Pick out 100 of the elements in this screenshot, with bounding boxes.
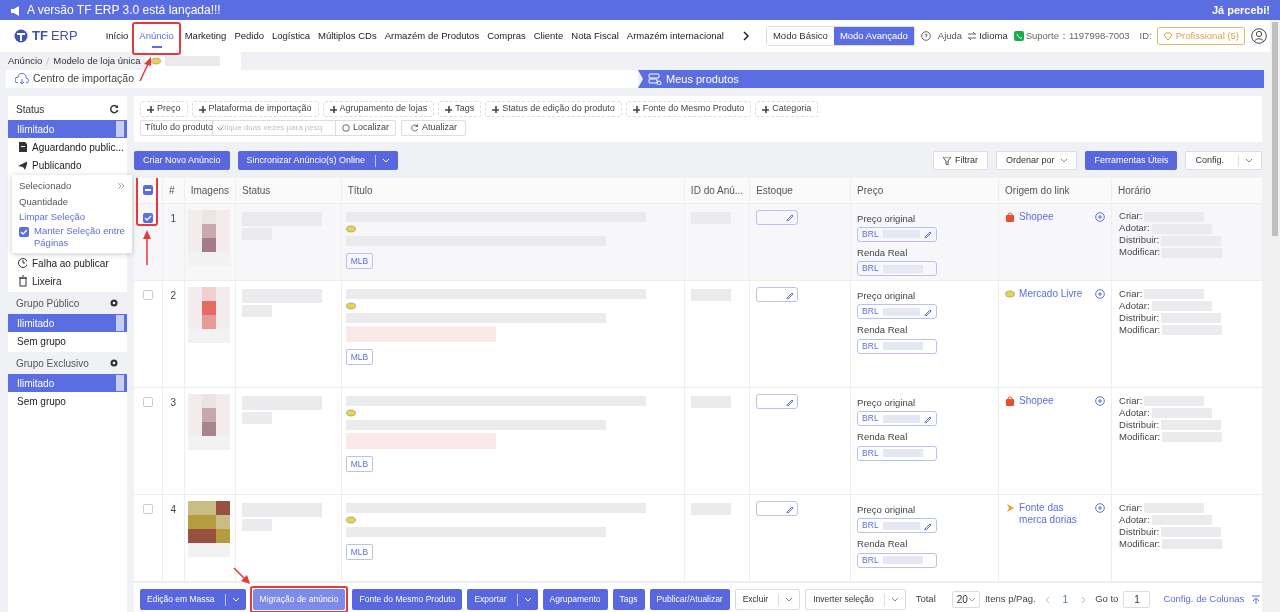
checkbox[interactable] — [19, 227, 29, 238]
checkbox[interactable] — [143, 212, 153, 223]
checkbox[interactable] — [143, 290, 153, 300]
edit-icon[interactable] — [786, 213, 795, 221]
back-to-top-icon[interactable] — [1251, 594, 1261, 605]
refresh-icon[interactable] — [109, 104, 119, 114]
chevron-right-icon[interactable] — [741, 31, 750, 41]
price-field[interactable]: BRL — [857, 226, 938, 242]
stock-field[interactable] — [756, 209, 799, 225]
nav-tab[interactable]: Múltiplos CDs — [314, 20, 381, 52]
nav-tab[interactable]: Armazém de Produtos — [380, 20, 484, 52]
sidebar-item[interactable]: Lixeira — [8, 272, 127, 290]
action-button[interactable]: Tags — [612, 589, 645, 610]
action-button[interactable]: Publicar/Atualizar — [649, 589, 730, 610]
edit-icon[interactable] — [786, 397, 795, 406]
action-button[interactable]: Edição em Massa — [140, 589, 246, 610]
filter-tag-button[interactable]: Categoria — [755, 101, 819, 117]
nav-tab[interactable]: Logística — [268, 20, 315, 52]
nav-tab[interactable]: Cliente — [529, 20, 568, 52]
edit-icon[interactable] — [786, 290, 795, 299]
filter-tag-button[interactable]: Preço — [140, 101, 188, 117]
filter-tag-button[interactable]: Tags — [438, 101, 482, 117]
swap-icon[interactable] — [967, 31, 978, 41]
import-center-bar[interactable]: Centro de importação — [6, 70, 638, 88]
mode-toggle[interactable]: Modo Avançado — [833, 27, 914, 45]
clear-selection-link[interactable]: Limpar Seleção — [19, 210, 125, 224]
nav-tab[interactable]: Armazém internacional — [622, 20, 728, 52]
filter-tag-button[interactable]: Fonte do Mesmo Produto — [625, 101, 752, 117]
action-button[interactable]: Agrupamento — [542, 589, 608, 610]
stock-field[interactable] — [756, 287, 799, 302]
search-field-dropdown[interactable]: Título do produto — [141, 121, 213, 135]
breadcrumb-link[interactable]: Modelo de loja única — [53, 53, 141, 69]
page-size-dropdown[interactable]: 20 — [951, 591, 980, 608]
sidebar-item[interactable]: Ilimitado — [8, 314, 127, 332]
sidebar-item[interactable]: Ilimitado — [8, 374, 127, 392]
keep-selection-label[interactable]: Manter Seleção entre Páginas — [34, 225, 125, 250]
action-button[interactable]: Criar Novo Anúncio — [134, 151, 230, 170]
add-icon[interactable] — [1095, 503, 1106, 513]
checkbox[interactable] — [143, 185, 153, 196]
dismiss-link[interactable]: Já percebi! — [1211, 1, 1270, 19]
action-button[interactable]: Exportar — [467, 589, 538, 610]
avatar-icon[interactable] — [1251, 28, 1268, 44]
origin-link[interactable]: Shopee — [1019, 395, 1092, 407]
add-icon[interactable] — [1095, 289, 1106, 299]
action-button[interactable]: Excluir — [734, 589, 801, 610]
add-icon[interactable] — [1095, 396, 1106, 406]
sidebar-item[interactable]: Publicando — [8, 156, 127, 174]
edit-icon[interactable] — [924, 521, 933, 530]
nav-tab[interactable]: Pedido — [230, 20, 268, 52]
action-button[interactable]: Inverter seleção — [805, 589, 906, 610]
find-button[interactable]: Localizar — [336, 121, 396, 135]
nav-tab[interactable]: Compras — [483, 20, 530, 52]
filter-tag-button[interactable]: Agrupamento de lojas — [322, 101, 435, 117]
stock-field[interactable] — [756, 394, 799, 409]
breadcrumb-link[interactable]: Anúncio — [8, 53, 43, 69]
double-chevron-icon[interactable] — [117, 182, 125, 191]
scrollbar-thumb[interactable] — [1272, 22, 1278, 236]
price-field[interactable]: BRL — [857, 411, 938, 427]
nav-tab[interactable]: Marketing — [180, 20, 231, 52]
action-button[interactable]: Filtrar — [932, 151, 988, 170]
price-field[interactable]: BRL — [857, 552, 938, 568]
price-field[interactable]: BRL — [857, 338, 938, 354]
edit-icon[interactable] — [924, 230, 933, 239]
settings-icon[interactable] — [109, 358, 119, 368]
sidebar-item[interactable]: Ilimitado — [8, 120, 127, 138]
checkbox[interactable] — [143, 397, 153, 407]
sidebar-item[interactable]: Sem grupo — [8, 332, 127, 350]
add-icon[interactable] — [1095, 211, 1106, 222]
origin-link[interactable]: Mercado Livre — [1019, 288, 1092, 300]
action-button[interactable]: Sincronizar Anúncio(s) Online — [237, 151, 399, 170]
price-field[interactable]: BRL — [857, 518, 938, 534]
scrollbar[interactable] — [1270, 20, 1280, 612]
edit-icon[interactable] — [924, 414, 933, 423]
my-products-bar[interactable]: Meus produtos — [638, 70, 1264, 88]
action-button[interactable]: Ferramentas Úteis — [1085, 151, 1178, 170]
settings-icon[interactable] — [109, 298, 119, 308]
edit-icon[interactable] — [786, 504, 795, 513]
price-field[interactable]: BRL — [857, 261, 938, 276]
nav-tab[interactable]: Anúncio — [135, 20, 178, 52]
price-field[interactable]: BRL — [857, 304, 938, 320]
page-number[interactable]: 1 — [1058, 592, 1073, 607]
nav-tab[interactable]: Início — [101, 20, 133, 52]
filter-tag-button[interactable]: Status de edição do produto — [485, 101, 622, 117]
refresh-button[interactable]: Atualizar — [401, 120, 467, 136]
column-config-link[interactable]: Config. de Colunas — [1163, 592, 1245, 607]
edit-icon[interactable] — [924, 307, 933, 316]
origin-link[interactable]: Fonte das merca dorias — [1019, 502, 1092, 526]
action-button[interactable]: Config. — [1185, 151, 1262, 170]
nav-tab[interactable]: Nota Fiscal — [567, 20, 623, 52]
price-field[interactable]: BRL — [857, 445, 938, 461]
sidebar-item[interactable]: Falha ao publicar — [8, 254, 127, 272]
action-button[interactable]: Fonte do Mesmo Produto — [352, 589, 463, 610]
stock-field[interactable] — [756, 501, 799, 516]
help-icon[interactable] — [920, 31, 931, 41]
sidebar-item[interactable]: Aguardando public... — [8, 138, 127, 156]
origin-link[interactable]: Shopee — [1019, 210, 1092, 223]
action-button[interactable]: Ordenar por — [995, 151, 1078, 170]
goto-field[interactable]: 1 — [1123, 591, 1151, 608]
sidebar-item[interactable]: Sem grupo — [8, 392, 127, 410]
language-link[interactable]: Idioma — [979, 28, 1008, 44]
